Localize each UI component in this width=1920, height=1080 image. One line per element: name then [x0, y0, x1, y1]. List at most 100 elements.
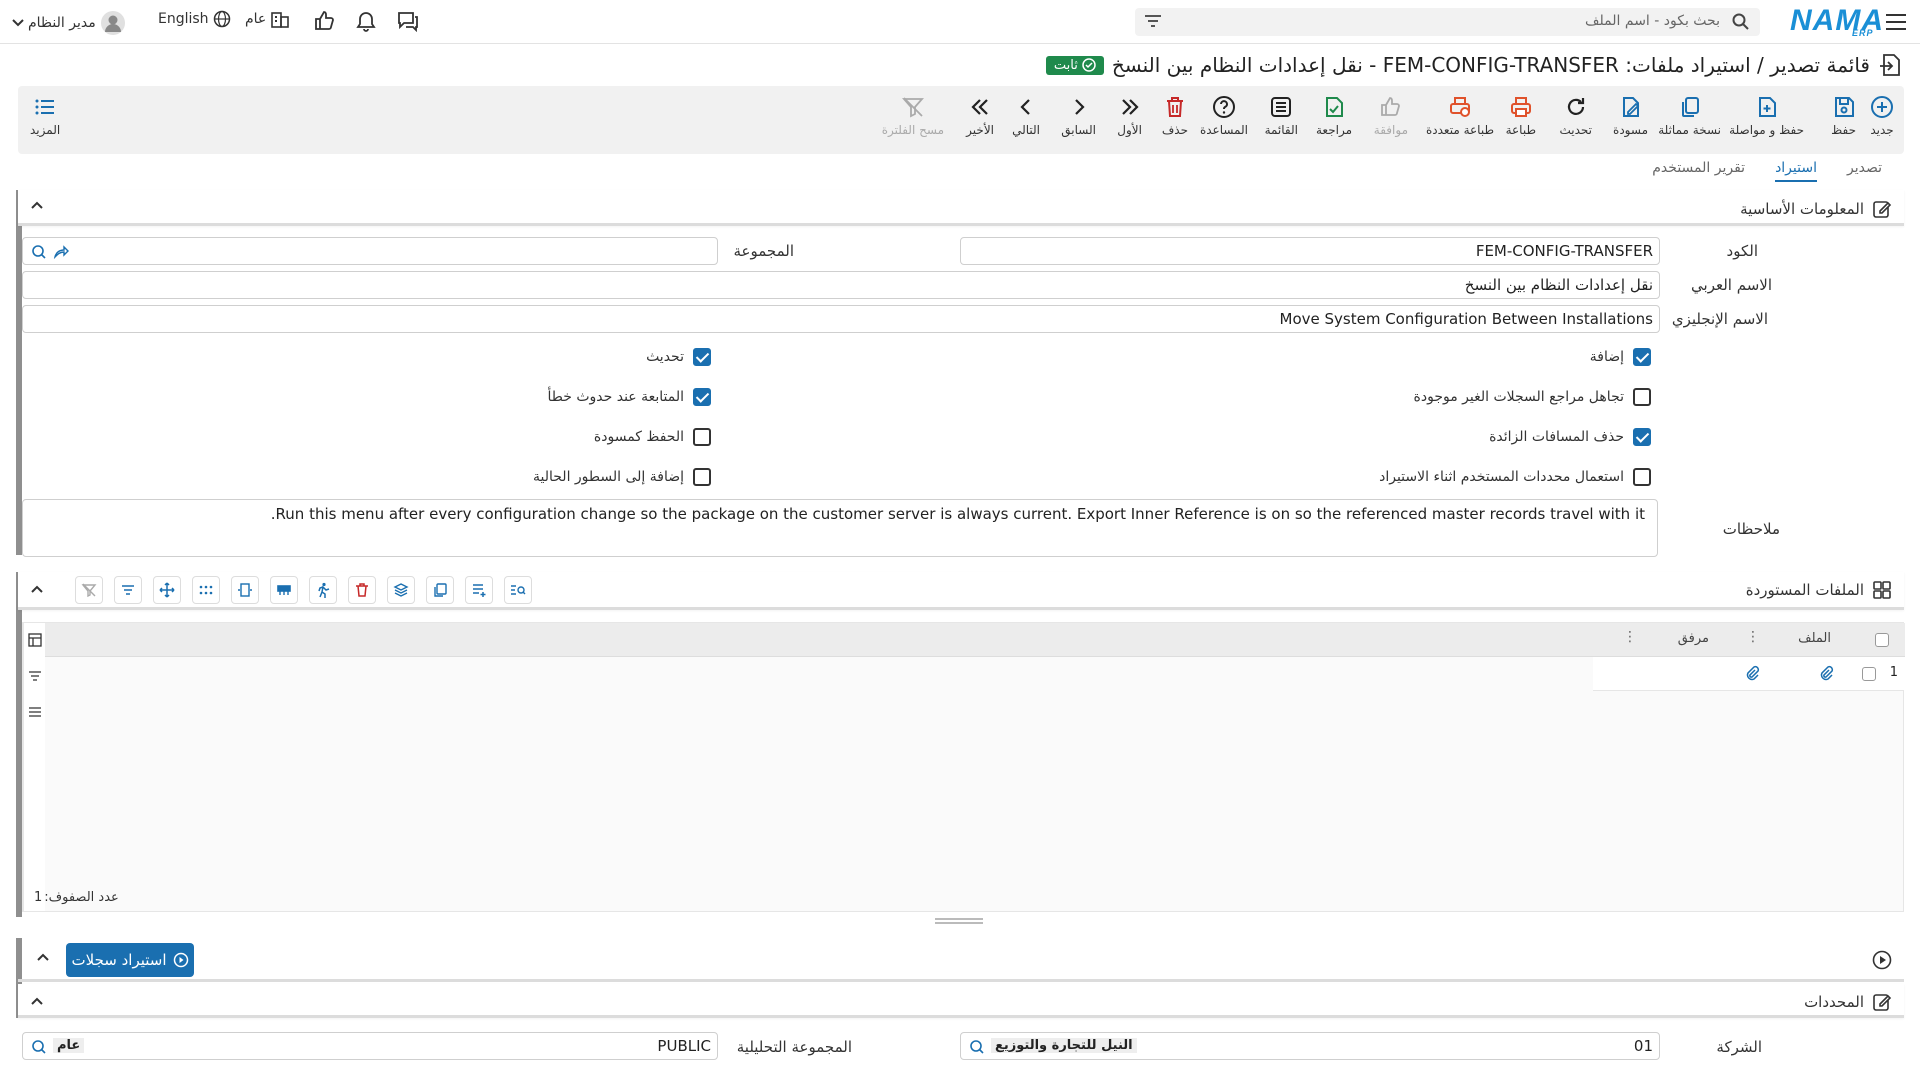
clear-filter-button[interactable]: مسح الفلترة	[882, 94, 944, 137]
tab-user-report[interactable]: تقرير المستخدم	[1652, 160, 1745, 182]
new-button[interactable]: جديد	[1870, 94, 1894, 137]
code-field[interactable]: FEM-CONFIG-TRANSFER	[960, 237, 1660, 265]
print-button[interactable]: طباعة	[1506, 94, 1536, 137]
run-icon[interactable]	[309, 576, 337, 604]
chevron-up-icon[interactable]	[30, 996, 44, 1006]
grid-icon	[1872, 580, 1892, 600]
append-lines-checkbox[interactable]	[693, 468, 711, 486]
user-name: مدير النظام	[28, 15, 96, 31]
notes-textarea[interactable]: Run this menu after every configuration …	[22, 499, 1658, 557]
draft-button[interactable]: مسودة	[1613, 94, 1648, 137]
resize-handle[interactable]	[935, 918, 983, 924]
refresh-button[interactable]: تحديث	[1559, 94, 1592, 137]
analytic-group-code: PUBLIC	[657, 1037, 711, 1055]
user-criteria-checkbox[interactable]	[1633, 468, 1651, 486]
user-menu[interactable]: مدير النظام	[12, 10, 126, 36]
first-button[interactable]: الأول	[1117, 94, 1142, 137]
update-label: تحديث	[646, 349, 684, 365]
multi-print-button[interactable]: طباعة متعددة	[1426, 94, 1494, 137]
chat-icon[interactable]	[396, 10, 420, 32]
thumbs-up-icon[interactable]	[313, 10, 335, 32]
trim-spaces-checkbox[interactable]	[1633, 428, 1651, 446]
language-switch[interactable]: English	[158, 10, 231, 28]
import-records-button[interactable]: استيراد سجلات	[66, 943, 194, 977]
search-icon[interactable]	[31, 1039, 47, 1055]
column-header-attachment[interactable]: مرفق	[1678, 631, 1709, 646]
paperclip-icon[interactable]	[1818, 665, 1834, 681]
save-draft-checkbox[interactable]	[693, 428, 711, 446]
dots-grid-icon[interactable]	[192, 576, 220, 604]
chevron-up-icon[interactable]	[30, 584, 44, 594]
hamburger-menu-icon[interactable]	[1886, 13, 1906, 31]
search-icon[interactable]	[31, 244, 47, 260]
imported-files-header[interactable]: الملفات المستوردة	[18, 572, 1904, 610]
analytic-group-label: المجموعة التحليلية	[736, 1038, 852, 1056]
notes-label: ملاحظات	[1722, 520, 1780, 538]
continue-on-error-checkbox[interactable]	[693, 388, 711, 406]
add-checkbox[interactable]	[1633, 348, 1651, 366]
draft-icon	[1619, 94, 1643, 120]
tab-import[interactable]: استيراد	[1775, 160, 1817, 182]
table-settings-icon[interactable]	[28, 633, 42, 647]
arabic-name-field[interactable]: نقل إعدادات النظام بين النسخ	[22, 271, 1660, 299]
help-button[interactable]: المساعدة	[1200, 94, 1248, 137]
approve-button[interactable]: موافقة	[1374, 94, 1408, 137]
share-icon[interactable]	[53, 244, 69, 260]
trash-icon[interactable]	[348, 576, 376, 604]
chevron-up-icon[interactable]	[30, 200, 44, 210]
filter-icon[interactable]	[28, 669, 42, 683]
chevron-up-icon[interactable]	[36, 952, 50, 962]
copy-icon[interactable]	[426, 576, 454, 604]
clear-filter-icon[interactable]	[75, 576, 103, 604]
delete-button[interactable]: حذف	[1162, 94, 1188, 137]
global-search-input[interactable]: بحث بكود - اسم الملف	[1135, 8, 1760, 36]
layers-icon[interactable]	[387, 576, 415, 604]
ignore-missing-checkbox[interactable]	[1633, 388, 1651, 406]
column-menu-icon[interactable]: ⋮	[1623, 629, 1637, 645]
add-row-icon[interactable]	[465, 576, 493, 604]
basic-info-header[interactable]: المعلومات الأساسية	[18, 190, 1904, 226]
row-checkbox[interactable]	[1862, 667, 1876, 681]
search-icon[interactable]	[969, 1039, 985, 1055]
filter-icon[interactable]	[114, 576, 142, 604]
more-button[interactable]: المزيد	[30, 94, 60, 137]
criteria-header[interactable]: المحددات	[18, 984, 1904, 1018]
prev-icon	[1067, 94, 1091, 120]
save-button[interactable]: حفظ	[1831, 94, 1856, 137]
update-checkbox[interactable]	[693, 348, 711, 366]
help-icon	[1212, 94, 1236, 120]
continue-on-error-label: المتابعة عند حدوث خطأ	[547, 389, 684, 405]
trash-icon	[1163, 94, 1187, 120]
columns-menu-icon[interactable]	[28, 705, 42, 719]
list-button[interactable]: القائمة	[1265, 94, 1298, 137]
paperclip-icon[interactable]	[1744, 665, 1760, 681]
column-menu-icon[interactable]: ⋮	[1746, 629, 1760, 645]
play-circle-icon[interactable]	[1872, 950, 1892, 970]
search-list-icon[interactable]	[504, 576, 532, 604]
filter-icon[interactable]	[1145, 14, 1161, 28]
section-title: المعلومات الأساسية	[1740, 200, 1864, 218]
fit-columns-icon[interactable]	[231, 576, 259, 604]
last-button[interactable]: الأخير	[966, 94, 994, 137]
language-label: English	[158, 11, 209, 27]
review-button[interactable]: مراجعة	[1316, 94, 1352, 137]
save-continue-button[interactable]: حفظ و مواصلة	[1729, 94, 1804, 137]
previous-button[interactable]: السابق	[1061, 94, 1096, 137]
column-header-file[interactable]: الملف	[1798, 631, 1831, 646]
group-field[interactable]	[22, 237, 718, 265]
branch-selector[interactable]: عام	[245, 10, 290, 28]
tab-export[interactable]: تصدير	[1847, 160, 1882, 182]
group-icon[interactable]	[270, 576, 298, 604]
top-bar: NAMA ERP بحث بكود - اسم الملف عام English…	[0, 0, 1920, 44]
bell-icon[interactable]	[355, 10, 377, 32]
move-icon[interactable]	[153, 576, 181, 604]
select-all-checkbox[interactable]	[1875, 633, 1889, 647]
next-button[interactable]: التالي	[1012, 94, 1040, 137]
nama-logo: NAMA ERP	[1790, 4, 1884, 38]
analytic-group-field[interactable]: PUBLIC عام	[22, 1032, 718, 1060]
code-label: الكود	[1726, 242, 1758, 260]
duplicate-button[interactable]: نسخة مماثلة	[1658, 94, 1721, 137]
company-field[interactable]: 01 النيل للتجارة والتوزيع	[960, 1032, 1660, 1060]
english-name-field[interactable]: Move System Configuration Between Instal…	[22, 305, 1660, 333]
table-row[interactable]: 1	[1593, 657, 1904, 691]
